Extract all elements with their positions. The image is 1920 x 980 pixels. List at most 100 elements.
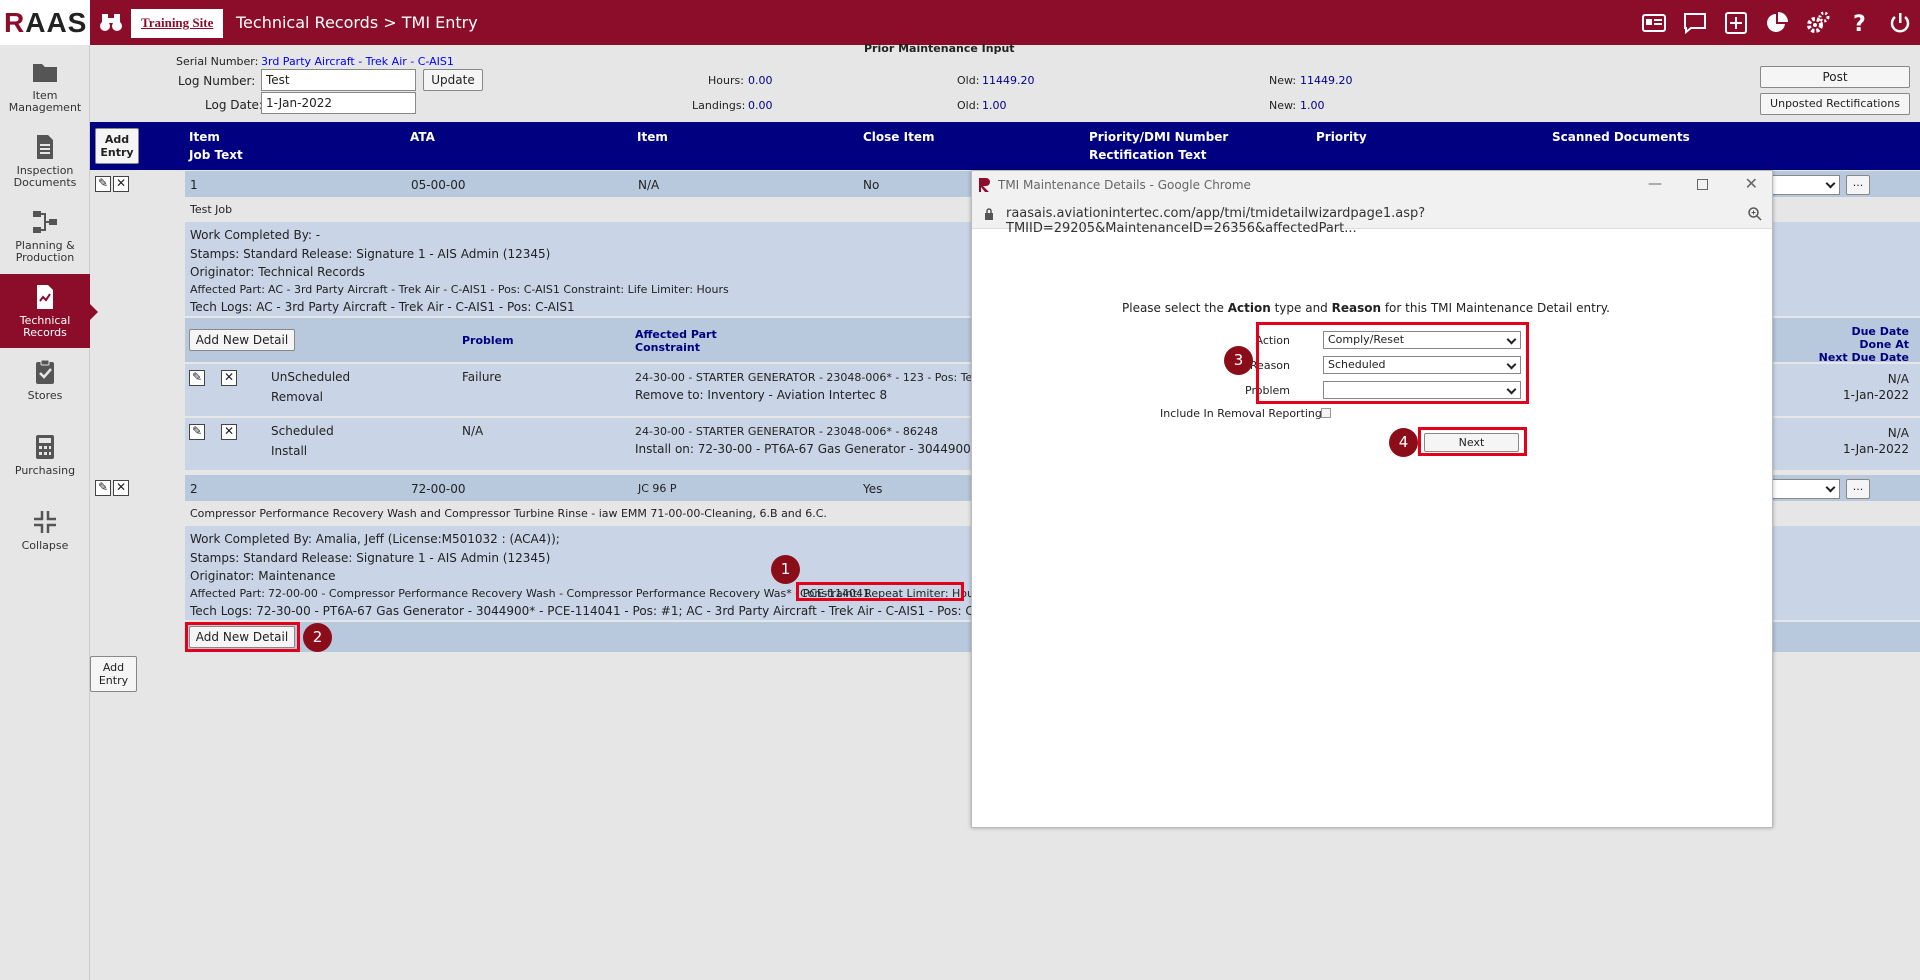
entry-ata: 05-00-00 xyxy=(411,178,466,192)
sidebar-item-label: Purchasing xyxy=(14,464,76,477)
popup-titlebar: TMI Maintenance Details - Google Chrome … xyxy=(972,171,1772,199)
grid-header: Add Entry Item Job Text ATA Item Close I… xyxy=(90,122,1920,170)
close-icon[interactable]: ✕ xyxy=(1745,174,1758,193)
power-icon[interactable] xyxy=(1879,0,1920,45)
id-card-icon[interactable] xyxy=(1633,0,1674,45)
sidebar-item-planning-production[interactable]: Planning & Production xyxy=(0,199,90,273)
sidebar-item-stores[interactable]: Stores xyxy=(0,349,90,423)
gears-icon[interactable] xyxy=(1797,0,1838,45)
landings-value: 0.00 xyxy=(748,99,773,112)
chat-icon[interactable] xyxy=(1674,0,1715,45)
sidebar-item-purchasing[interactable]: Purchasing xyxy=(0,424,90,498)
serial-number-label: Serial Number: xyxy=(176,55,259,68)
log-date-label: Log Date: xyxy=(205,98,263,112)
maximize-icon[interactable] xyxy=(1697,179,1708,190)
sidebar-item-label: Technical Records xyxy=(19,314,71,339)
col-rectification-text: Rectification Text xyxy=(1089,148,1207,162)
entry-more-button[interactable]: ... xyxy=(1846,175,1870,195)
delete-icon[interactable]: ✕ xyxy=(113,480,129,496)
add-entry-button-bottom[interactable]: Add Entry xyxy=(90,656,137,692)
entry-item-link[interactable]: JC 96 P xyxy=(638,482,677,495)
highlight-next-button xyxy=(1418,427,1527,456)
log-number-label: Log Number: xyxy=(178,74,256,88)
help-icon[interactable]: ? xyxy=(1838,0,1879,45)
training-site-tab[interactable]: Training Site xyxy=(131,9,224,38)
work-completed: Work Completed By: Amalia, Jeff (License… xyxy=(190,532,560,546)
detail-done: 1-Jan-2022 xyxy=(1843,442,1909,456)
sidebar-item-label: Collapse xyxy=(21,539,69,552)
records-icon xyxy=(37,285,53,309)
document-icon xyxy=(37,135,53,159)
raas-r-icon xyxy=(979,178,990,192)
zoom-icon[interactable] xyxy=(1748,207,1762,221)
stamps: Stamps: Standard Release: Signature 1 - … xyxy=(190,551,551,565)
collapse-icon xyxy=(34,511,56,533)
affected-part-label: Affected Part: xyxy=(190,283,265,296)
tech-logs: Tech Logs: AC - 3rd Party Aircraft - Tre… xyxy=(190,300,575,314)
work-completed: Work Completed By: - xyxy=(190,228,321,242)
step-badge-4: 4 xyxy=(1389,428,1418,457)
top-icon-bar: ? xyxy=(1633,0,1920,45)
detail-col-affected-part: Affected Part xyxy=(635,328,717,341)
sidebar-item-collapse[interactable]: Collapse xyxy=(0,499,90,573)
job-text: Test Job xyxy=(190,203,233,216)
col-item2: Item xyxy=(637,130,668,144)
col-job-text: Job Text xyxy=(189,148,243,162)
entry-item: N/A xyxy=(638,178,660,192)
entry-ata: 72-00-00 xyxy=(411,482,466,496)
affected-part-label: Affected Part: xyxy=(190,587,265,600)
detail-edit-icon[interactable]: ✎ xyxy=(189,424,205,440)
detail-delete-icon[interactable]: ✕ xyxy=(221,370,237,386)
entry-more-button[interactable]: ... xyxy=(1846,479,1870,499)
pie-chart-icon[interactable] xyxy=(1756,0,1797,45)
include-removal-checkbox[interactable] xyxy=(1321,408,1331,418)
edit-icon[interactable]: ✎ xyxy=(95,176,111,192)
highlight-add-new-detail xyxy=(185,622,300,652)
affected-part-link[interactable]: 72-00-00 - Compressor Performance Recove… xyxy=(268,587,870,600)
update-button[interactable]: Update xyxy=(423,69,483,91)
new-landings-value: 1.00 xyxy=(1300,99,1325,112)
add-new-detail-button[interactable]: Add New Detail xyxy=(189,329,295,351)
old-hours-label: Old: xyxy=(957,74,980,87)
edit-icon[interactable]: ✎ xyxy=(95,480,111,496)
sidebar-item-item-management[interactable]: Item Management xyxy=(0,49,90,123)
popup-title: TMI Maintenance Details - Google Chrome xyxy=(998,178,1251,192)
delete-icon[interactable]: ✕ xyxy=(113,176,129,192)
plus-square-icon[interactable] xyxy=(1715,0,1756,45)
sidebar-item-technical-records[interactable]: Technical Records xyxy=(0,274,98,348)
post-button[interactable]: Post xyxy=(1760,66,1910,88)
unposted-rectifications-button[interactable]: Unposted Rectifications xyxy=(1760,93,1910,115)
old-hours-value: 11449.20 xyxy=(982,74,1035,87)
job-text: Compressor Performance Recovery Wash and… xyxy=(190,507,827,520)
minimize-icon[interactable]: — xyxy=(1648,176,1662,192)
detail-delete-icon[interactable]: ✕ xyxy=(221,424,237,440)
detail-edit-icon[interactable]: ✎ xyxy=(189,370,205,386)
new-landings-label: New: xyxy=(1269,99,1297,112)
log-number-input[interactable] xyxy=(261,69,416,91)
serial-number-link[interactable]: 3rd Party Aircraft - Trek Air - C-AIS1 xyxy=(261,55,454,68)
detail-col-next-due: Next Due Date xyxy=(1818,351,1909,364)
hours-label: Hours: xyxy=(708,74,744,87)
detail-col-problem: Problem xyxy=(462,334,514,347)
log-date-input[interactable] xyxy=(261,92,416,114)
col-ata: ATA xyxy=(410,130,435,144)
popup-address-bar: raasais.aviationintertec.com/app/tmi/tmi… xyxy=(972,199,1772,236)
sidebar-item-inspection-documents[interactable]: Inspection Documents xyxy=(0,124,90,198)
col-close-item: Close Item xyxy=(863,130,935,144)
new-hours-label: New: xyxy=(1269,74,1297,87)
old-landings-value: 1.00 xyxy=(982,99,1007,112)
sidebar-item-label: Item Management xyxy=(8,89,82,114)
detail-part-link[interactable]: 24-30-00 - STARTER GENERATOR - 23048-006… xyxy=(635,425,938,438)
detail-info: Remove to: Inventory - Aviation Intertec… xyxy=(635,388,888,402)
step-badge-1: 1 xyxy=(771,555,800,584)
detail-action: UnScheduled xyxy=(271,370,351,384)
flow-icon xyxy=(33,211,57,233)
originator: Originator: Technical Records xyxy=(190,265,365,279)
originator: Originator: Maintenance xyxy=(190,569,336,583)
add-entry-button[interactable]: Add Entry xyxy=(95,128,139,164)
binoculars-icon[interactable] xyxy=(100,12,122,32)
detail-part-link[interactable]: 24-30-00 - STARTER GENERATOR - 23048-006… xyxy=(635,371,982,384)
col-item: Item xyxy=(189,130,220,144)
affected-part-link[interactable]: AC - 3rd Party Aircraft - Trek Air - C-A… xyxy=(268,283,729,296)
top-bar: RAAS Training Site Technical Records > T… xyxy=(0,0,1920,45)
